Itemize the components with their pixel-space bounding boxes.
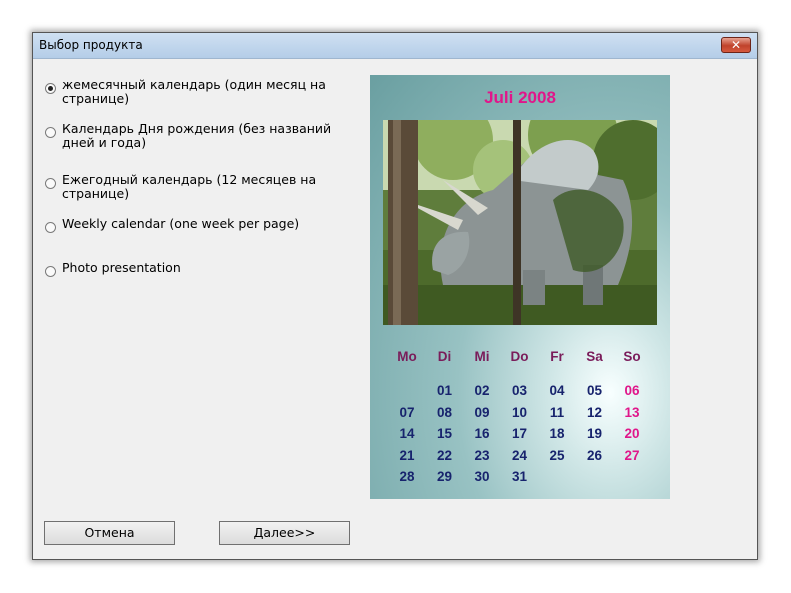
date-cell: 04 (549, 383, 565, 398)
date-cell: 10 (511, 404, 528, 420)
calendar-preview: Juli 2008 Mo Di Mi Do Fr Sa So 01 02 03 … (370, 75, 670, 499)
date-cell: 29 (436, 469, 453, 484)
title-bar: Выбор продукта ✕ (33, 33, 757, 59)
option-label: Weekly calendar (one week per page) (62, 216, 300, 231)
radio-photo-presentation[interactable] (45, 266, 56, 277)
option-label: жемесячный календарь (один месяц на стра… (62, 77, 326, 106)
radio-yearly-calendar[interactable] (45, 178, 56, 189)
date-cell: 07 (399, 404, 415, 420)
radio-birthday-calendar[interactable] (45, 127, 56, 138)
date-cell: 15 (436, 426, 453, 441)
date-cell: 08 (436, 404, 453, 420)
date-cell: 12 (586, 404, 603, 420)
date-cell: 01 (436, 383, 453, 398)
cancel-button[interactable]: Отмена (44, 521, 175, 545)
next-button[interactable]: Далее>> (219, 521, 350, 545)
date-cell: 26 (586, 447, 603, 463)
option-label: Ежегодный календарь (12 месяцев на стран… (62, 172, 317, 201)
date-cell: 23 (474, 447, 490, 463)
close-icon: ✕ (730, 38, 742, 52)
date-cell: 24 (511, 447, 528, 463)
day-names-row: Mo Di Mi Do Fr Sa So (389, 349, 651, 383)
week-row: 28 29 30 31 (389, 469, 651, 491)
date-cell: 09 (474, 404, 490, 420)
date-cell: 18 (549, 426, 565, 441)
date-cell: 03 (511, 383, 528, 398)
day-name-mo: Mo (397, 349, 417, 364)
week-row: 07 08 09 10 11 12 13 (389, 405, 651, 427)
day-name-so: So (623, 349, 641, 364)
date-cell-sunday: 06 (624, 383, 640, 398)
day-name-fr: Fr (550, 349, 564, 364)
date-cell: 05 (586, 383, 603, 398)
date-cell: 30 (474, 469, 490, 484)
week-row: 01 02 03 04 05 06 (389, 383, 651, 405)
date-cell: 11 (549, 404, 565, 420)
triceratops-photo (383, 120, 657, 325)
option-label: Photo presentation (62, 260, 181, 275)
date-cell-sunday: 20 (624, 426, 640, 441)
option-label: Календарь Дня рождения (без названий дне… (62, 121, 332, 150)
week-row: 14 15 16 17 18 19 20 (389, 426, 651, 448)
date-cell: 22 (436, 447, 453, 463)
day-name-sa: Sa (586, 349, 603, 364)
day-name-di: Di (437, 349, 452, 364)
radio-monthly-calendar[interactable] (45, 83, 56, 94)
date-cell: 14 (399, 426, 415, 441)
date-cell: 25 (549, 447, 565, 463)
week-row: 21 22 23 24 25 26 27 (389, 448, 651, 470)
window-title: Выбор продукта (39, 38, 143, 52)
date-cell: 28 (399, 469, 415, 484)
date-cell: 19 (586, 426, 603, 441)
day-name-mi: Mi (474, 349, 490, 364)
date-cell-sunday: 13 (624, 404, 640, 420)
date-cell: 02 (474, 383, 490, 398)
calendar-grid: Mo Di Mi Do Fr Sa So 01 02 03 04 05 06 0… (389, 349, 651, 491)
date-cell: 16 (474, 426, 490, 441)
product-selection-dialog: Выбор продукта ✕ жемесячный календарь (о… (32, 32, 758, 560)
preview-month-title: Juli 2008 (484, 88, 556, 107)
date-cell: 17 (511, 426, 528, 441)
date-cell-sunday: 27 (624, 447, 640, 463)
date-cell: 31 (511, 469, 528, 484)
date-cell: 21 (399, 447, 415, 463)
radio-weekly-calendar[interactable] (45, 222, 56, 233)
close-button[interactable]: ✕ (721, 37, 751, 53)
day-name-do: Do (510, 349, 529, 364)
